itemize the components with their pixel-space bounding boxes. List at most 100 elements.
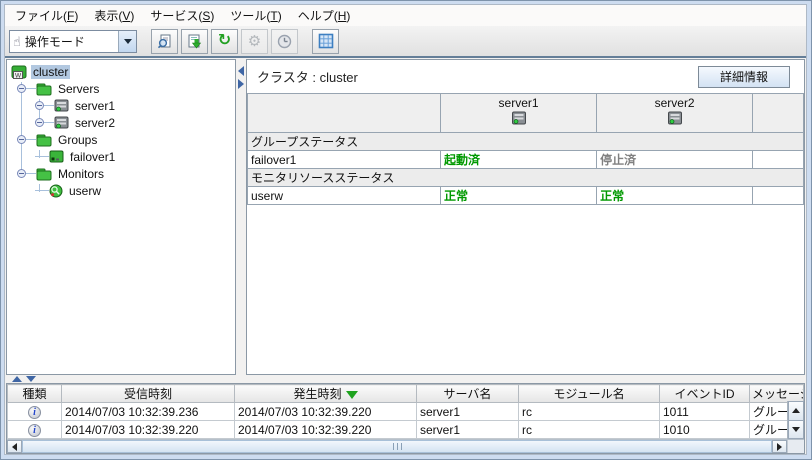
- tree-item-failover1[interactable]: failover1: [35, 148, 235, 165]
- settings-button[interactable]: ⚙: [241, 29, 268, 54]
- log-column-server-name[interactable]: サーバ名: [417, 385, 519, 403]
- clock-icon: [277, 34, 292, 49]
- hand-icon: ☝: [13, 35, 21, 48]
- status-badge: 正常: [597, 187, 753, 205]
- collect-logs-button[interactable]: [181, 29, 208, 54]
- section-title: モニタリソースステータス: [248, 169, 804, 187]
- tree-expand-handle[interactable]: [17, 135, 26, 144]
- integrated-manager-button[interactable]: [312, 29, 339, 54]
- log-column-event-id[interactable]: イベントID: [660, 385, 750, 403]
- folder-icon: [36, 133, 52, 147]
- time-info-button[interactable]: [271, 29, 298, 54]
- collapse-right-icon[interactable]: [238, 79, 244, 89]
- scroll-down-button[interactable]: [788, 421, 804, 440]
- event-log-table: 種類 受信時刻 発生時刻 サーバ名 モジュール名 イベントID メッセージ i …: [7, 384, 804, 439]
- folder-icon: [36, 82, 52, 96]
- status-badge: 正常: [441, 187, 597, 205]
- tree-item-cluster[interactable]: W cluster: [11, 63, 235, 80]
- log-row[interactable]: i 2014/07/03 10:32:39.220 2014/07/03 10:…: [8, 421, 804, 439]
- log-event-id-cell: 1010: [660, 421, 750, 439]
- log-column-message[interactable]: メッセージ: [750, 385, 804, 403]
- tree-expand-handle[interactable]: [35, 101, 44, 110]
- chevron-down-icon: [124, 39, 132, 44]
- server-icon: [54, 116, 69, 129]
- menu-item-file[interactable]: ファイル(F): [7, 5, 86, 26]
- operation-mode-dropdown-arrow[interactable]: [118, 31, 136, 52]
- info-icon: i: [28, 406, 41, 419]
- tree-item-groups[interactable]: Groups: [17, 131, 235, 148]
- filler-cell: [753, 151, 804, 169]
- group-status-row: failover1 起動済 停止済: [248, 151, 804, 169]
- status-badge: 起動済: [441, 151, 597, 169]
- arrow-right-icon: [777, 443, 782, 451]
- log-column-type[interactable]: 種類: [8, 385, 62, 403]
- scroll-up-button[interactable]: [788, 401, 804, 421]
- failover-group-icon: [49, 150, 64, 163]
- group-name-cell: failover1: [248, 151, 441, 169]
- log-occurred-cell: 2014/07/03 10:32:39.220: [235, 403, 417, 421]
- tree-connector-stub: [35, 190, 49, 191]
- tree-item-label: server1: [73, 99, 117, 113]
- menu-item-service[interactable]: サービス(S): [142, 5, 222, 26]
- log-column-received-time[interactable]: 受信時刻: [62, 385, 235, 403]
- main-split-pane: W cluster Servers: [5, 58, 806, 375]
- scrollbar-grip: [393, 443, 402, 450]
- sort-desc-icon: [346, 391, 358, 399]
- operation-mode-combobox[interactable]: ☝ 操作モード: [9, 30, 137, 53]
- tree-item-servers[interactable]: Servers: [17, 80, 235, 97]
- collapse-up-icon[interactable]: [12, 376, 22, 382]
- scrollbar-corner: [787, 440, 804, 453]
- log-column-occurred-time[interactable]: 発生時刻: [235, 385, 417, 403]
- tree-item-server1[interactable]: server1: [35, 97, 235, 114]
- server-icon: [54, 99, 69, 112]
- collect-logs-icon: [187, 34, 203, 49]
- vertical-split-divider[interactable]: [236, 59, 246, 375]
- log-type-cell: i: [8, 421, 62, 439]
- log-server-cell: server1: [417, 403, 519, 421]
- scrollbar-thumb[interactable]: [22, 440, 772, 453]
- tree-expand-handle[interactable]: [35, 118, 44, 127]
- detail-info-button[interactable]: 詳細情報: [698, 66, 790, 88]
- tree-item-label: userw: [67, 184, 103, 198]
- monitor-status-row: userw 正常 正常: [248, 187, 804, 205]
- menu-item-help[interactable]: ヘルプ(H): [290, 5, 359, 26]
- folder-icon: [36, 167, 52, 181]
- log-event-id-cell: 1011: [660, 403, 750, 421]
- tree-item-userw[interactable]: userw: [35, 182, 235, 199]
- search-icon: [157, 34, 173, 49]
- cluster-tree-panel: W cluster Servers: [6, 59, 236, 375]
- tree-connector-stub: [44, 122, 54, 123]
- menu-item-view[interactable]: 表示(V): [86, 5, 142, 26]
- tree-item-monitors[interactable]: Monitors: [17, 165, 235, 182]
- menu-item-tool[interactable]: ツール(T): [222, 5, 289, 26]
- log-occurred-cell: 2014/07/03 10:32:39.220: [235, 421, 417, 439]
- scroll-left-button[interactable]: [7, 440, 22, 453]
- arrow-down-icon: [792, 427, 800, 432]
- panel-header: クラスタ : cluster 詳細情報: [247, 60, 804, 93]
- cluster-status-table: server1 server2: [247, 93, 804, 205]
- tree-expand-handle[interactable]: [17, 84, 26, 93]
- log-column-module-name[interactable]: モジュール名: [519, 385, 660, 403]
- collapse-down-icon[interactable]: [26, 376, 36, 382]
- reload-button[interactable]: ↻: [211, 29, 238, 54]
- collapse-left-icon[interactable]: [238, 66, 244, 76]
- log-vertical-scrollbar[interactable]: [787, 401, 804, 439]
- horizontal-split-divider[interactable]: [5, 375, 806, 383]
- tree-item-label: Groups: [56, 133, 99, 147]
- log-row[interactable]: i 2014/07/03 10:32:39.236 2014/07/03 10:…: [8, 403, 804, 421]
- status-badge: 停止済: [597, 151, 753, 169]
- tree-item-server2[interactable]: server2: [35, 114, 235, 131]
- toolbar: ☝ 操作モード ↻ ⚙: [5, 26, 806, 58]
- monitor-resource-icon: [49, 184, 63, 198]
- search-button[interactable]: [151, 29, 178, 54]
- tree-connector-stub: [44, 105, 54, 106]
- status-table-filler-cell: [753, 94, 804, 133]
- menu-bar: ファイル(F) 表示(V) サービス(S) ツール(T) ヘルプ(H): [5, 5, 806, 26]
- tree-connector-stub: [35, 156, 49, 157]
- log-horizontal-scrollbar[interactable]: [7, 439, 804, 453]
- tree-expand-handle[interactable]: [17, 169, 26, 178]
- scroll-right-button[interactable]: [772, 440, 787, 453]
- cluster-detail-panel: クラスタ : cluster 詳細情報 server1: [246, 59, 805, 375]
- status-column-server1: server1: [441, 94, 597, 133]
- tree-connector-stub: [26, 139, 36, 140]
